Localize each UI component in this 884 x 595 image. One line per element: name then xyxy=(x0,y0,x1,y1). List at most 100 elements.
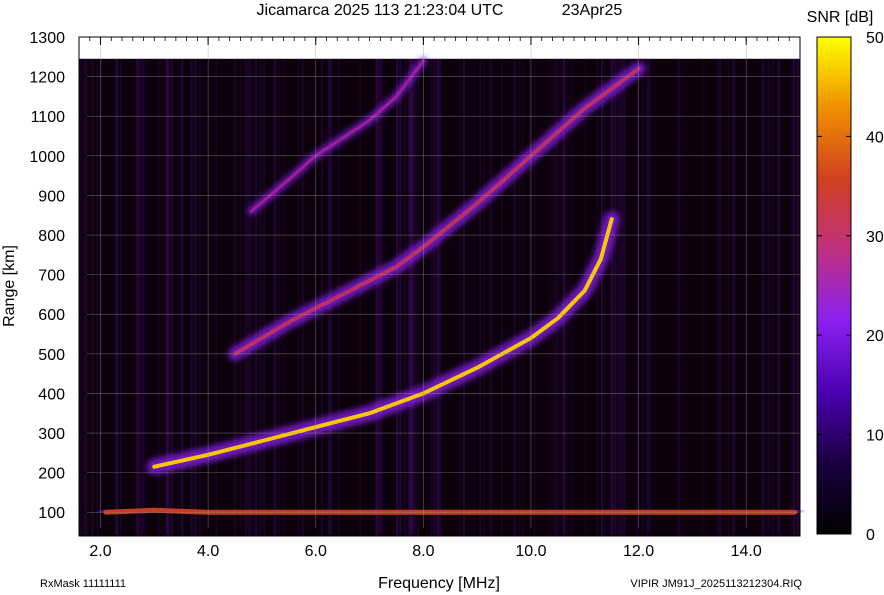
y-tick-label: 600 xyxy=(38,307,65,324)
x-tick-label: 2.0 xyxy=(89,543,111,560)
noise-streak xyxy=(431,57,433,536)
noise-streak xyxy=(283,57,285,536)
noise-streak xyxy=(518,57,521,536)
noise-streak xyxy=(620,57,623,536)
noise-streak xyxy=(611,57,614,536)
noise-streak xyxy=(763,57,766,536)
noise-streak xyxy=(641,57,644,536)
noise-streak xyxy=(410,57,414,536)
noise-streak xyxy=(479,57,482,536)
y-tick-label: 800 xyxy=(38,228,65,245)
noise-streak xyxy=(263,57,266,536)
noise-streak xyxy=(614,57,617,536)
colorbar-tick-label: 0 xyxy=(866,527,875,544)
chart-title: Jicamarca 2025 113 21:23:04 UTC xyxy=(257,2,504,19)
noise-streak xyxy=(796,57,799,536)
rxmask-text: RxMask 11111111 xyxy=(40,578,126,590)
y-tick-label: 1200 xyxy=(29,70,65,87)
x-tick-label: 4.0 xyxy=(197,543,219,560)
noise-streak xyxy=(239,57,242,536)
noise-streak xyxy=(521,57,524,536)
colorbar-tick-label: 50 xyxy=(866,30,884,47)
noise-streak xyxy=(141,57,143,536)
noise-streak xyxy=(772,57,775,536)
x-tick-label: 14.0 xyxy=(731,543,762,560)
noise-streak xyxy=(437,57,440,536)
noise-streak xyxy=(483,57,486,536)
colorbar-tick-label: 20 xyxy=(866,328,884,345)
noise-streak xyxy=(624,57,627,536)
noise-streak xyxy=(636,57,638,536)
noise-streak xyxy=(767,57,770,536)
noise-streak xyxy=(414,57,416,536)
noise-streak xyxy=(143,57,146,536)
x-tick-label: 6.0 xyxy=(305,543,327,560)
noise-streak xyxy=(259,57,262,536)
y-tick-label: 100 xyxy=(38,505,65,522)
file-name-text: VIPIR JM91J_2025113212304.RIQ xyxy=(630,578,802,590)
y-tick-label: 500 xyxy=(38,347,65,364)
noise-streak xyxy=(617,57,621,536)
noise-streak xyxy=(81,57,84,536)
noise-streak xyxy=(302,57,305,536)
noise-streak xyxy=(255,57,258,536)
noise-streak xyxy=(719,57,722,536)
y-tick-label: 1300 xyxy=(29,30,65,47)
noise-streak xyxy=(399,57,402,536)
noise-streak xyxy=(462,57,466,536)
ionogram-figure: Jicamarca 2025 113 21:23:04 UTC 23Apr25 … xyxy=(1,2,884,592)
colorbar-label: SNR [dB] xyxy=(807,9,874,26)
no-data-band xyxy=(79,37,800,59)
noise-streak xyxy=(533,57,536,536)
noise-streak xyxy=(603,57,606,536)
noise-streak xyxy=(298,57,300,536)
x-axis-label: Frequency [MHz] xyxy=(378,575,500,592)
y-tick-label: 1100 xyxy=(31,109,66,126)
y-axis-label: Range [km] xyxy=(1,245,18,327)
colorbar-tick-label: 30 xyxy=(866,229,884,246)
noise-streak xyxy=(379,57,383,536)
noise-streak xyxy=(549,57,551,536)
noise-streak xyxy=(648,57,652,536)
noise-streak xyxy=(473,57,476,536)
noise-streak xyxy=(317,57,319,536)
y-tick-label: 400 xyxy=(38,386,65,403)
noise-streak xyxy=(85,57,88,536)
noise-streak xyxy=(249,57,253,536)
noise-streak xyxy=(119,57,122,536)
noise-streak xyxy=(320,57,324,536)
x-tick-label: 12.0 xyxy=(623,543,654,560)
noise-streak xyxy=(793,57,796,536)
noise-streak xyxy=(459,57,462,536)
x-tick-label: 8.0 xyxy=(412,543,434,560)
noise-streak xyxy=(595,57,599,536)
noise-streak xyxy=(91,57,94,536)
noise-streak xyxy=(396,57,398,536)
y-axis: 100 200 300 400 500 600 700 800 900 1000 1100 1200 1… xyxy=(29,30,87,522)
noise-streak xyxy=(417,57,419,536)
noise-streak xyxy=(725,57,727,536)
noise-streak xyxy=(601,57,604,536)
plot-area xyxy=(78,36,802,537)
noise-streak xyxy=(254,57,256,536)
echo-trace xyxy=(103,507,798,515)
noise-streak xyxy=(234,57,236,536)
y-tick-label: 700 xyxy=(38,268,65,285)
noise-streak xyxy=(513,57,516,536)
noise-streak xyxy=(376,57,379,536)
noise-streak xyxy=(433,57,436,536)
noise-streak xyxy=(701,57,704,536)
y-tick-label: 900 xyxy=(38,188,65,205)
colorbar-tick-label: 40 xyxy=(866,129,884,146)
noise-streak xyxy=(490,57,493,536)
colorbar xyxy=(816,36,852,535)
noise-streak xyxy=(96,57,99,536)
y-tick-label: 1000 xyxy=(29,149,65,166)
noise-streak xyxy=(245,57,247,536)
noise-streak xyxy=(777,57,781,536)
noise-streak xyxy=(99,57,102,536)
y-tick-label: 200 xyxy=(38,466,65,483)
noise-streak xyxy=(138,57,140,536)
noise-streak xyxy=(501,57,503,536)
noise-streak xyxy=(278,57,280,536)
